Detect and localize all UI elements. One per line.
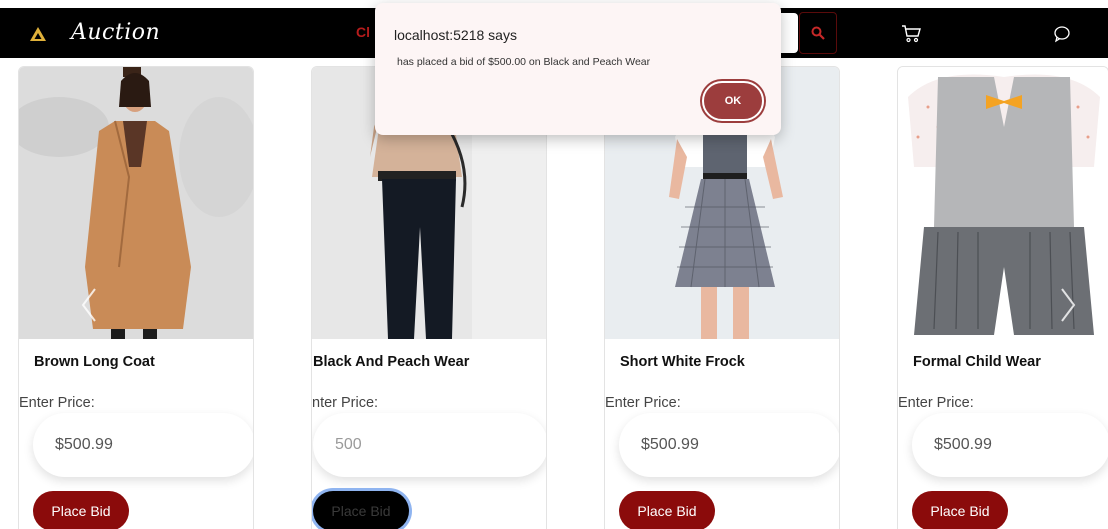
product-title: Black And Peach Wear [313,354,470,370]
product-card-short-white-frock: Short White Frock Enter Price: Place Bid [604,66,840,529]
product-image [898,67,1108,339]
price-label: Enter Price: [898,395,974,411]
product-image [19,67,253,339]
product-card-brown-long-coat: Brown Long Coat Enter Price: Place Bid [18,66,254,529]
alert-dialog: localhost:5218 says has placed a bid of … [375,3,781,135]
product-title: Formal Child Wear [913,354,1041,370]
place-bid-button[interactable]: Place Bid [33,491,129,529]
place-bid-button[interactable]: Place Bid [313,491,409,529]
chat-icon[interactable] [1053,25,1071,43]
price-input[interactable] [33,413,253,477]
price-label: Enter Price: [19,395,95,411]
search-icon [811,26,825,40]
cart-icon[interactable] [900,22,922,44]
product-card-formal-child-wear: Formal Child Wear Enter Price: Place Bid [897,66,1108,529]
price-input[interactable] [619,413,839,477]
product-title: Brown Long Coat [34,354,155,370]
price-label: nter Price: [312,395,379,411]
price-input[interactable] [912,413,1108,477]
search-button[interactable] [799,12,837,54]
logo-icon[interactable] [30,27,46,41]
chevron-right-icon[interactable] [1058,285,1078,325]
price-label: Enter Price: [605,395,681,411]
price-input[interactable] [313,413,546,477]
product-title: Short White Frock [620,354,745,370]
ok-button[interactable]: OK [702,81,764,121]
place-bid-button[interactable]: Place Bid [619,491,715,529]
place-bid-button[interactable]: Place Bid [912,491,1008,529]
chevron-left-icon[interactable] [79,285,99,325]
nav-link[interactable]: Cl [356,24,370,40]
product-card-black-and-peach-wear: Black And Peach Wear nter Price: Place B… [311,66,547,529]
dialog-title: localhost:5218 says [394,27,517,43]
brand-name[interactable]: Auction [71,20,160,45]
dialog-message: has placed a bid of $500.00 on Black and… [397,56,651,68]
